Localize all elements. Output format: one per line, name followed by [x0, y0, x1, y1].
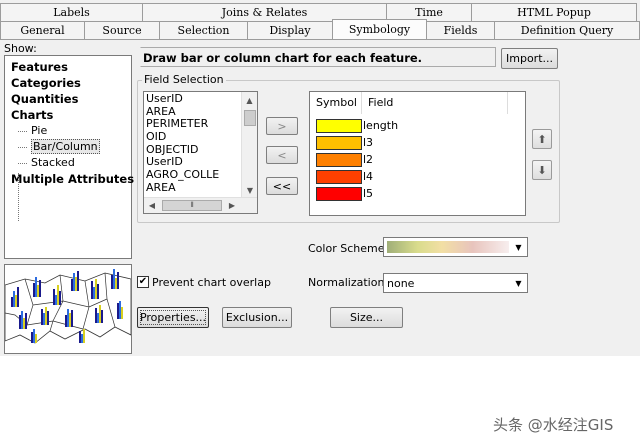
field-selection-title: Field Selection	[142, 73, 226, 86]
table-row[interactable]: length	[310, 117, 398, 134]
list-item[interactable]: AREA	[144, 106, 241, 119]
arrow-down-icon: ⬇	[537, 163, 547, 177]
field-name: l5	[363, 187, 374, 200]
table-header: Symbol Field	[310, 92, 525, 114]
tree-item-quantities[interactable]: Quantities	[11, 91, 131, 107]
watermark-text: 头条 @水经注GIS	[493, 416, 614, 434]
field-column-header[interactable]: Field	[362, 92, 508, 114]
tab-source[interactable]: Source	[84, 21, 160, 39]
field-name: l2	[363, 153, 374, 166]
tree-item-bar-column[interactable]: Bar/Column	[11, 139, 131, 155]
tree-item-features[interactable]: Features	[11, 59, 131, 75]
tab-selection[interactable]: Selection	[159, 21, 248, 39]
preview-map-graphic	[4, 265, 132, 353]
layer-properties-dialog: Labels Joins & Relates Time HTML Popup G…	[0, 0, 640, 448]
horizontal-scroll-thumb[interactable]: ⦀	[162, 200, 222, 211]
move-up-button[interactable]: ⬆	[532, 129, 552, 149]
tab-html-popup[interactable]: HTML Popup	[471, 3, 637, 21]
color-scheme-dropdown[interactable]: ▼	[383, 237, 528, 257]
checkmark-icon: ✔	[138, 276, 148, 287]
list-item[interactable]: OBJECTID	[144, 144, 241, 157]
symbology-preview-map	[4, 264, 132, 354]
tab-display[interactable]: Display	[247, 21, 333, 39]
renderer-tree: Features Categories Quantities Charts Pi…	[4, 55, 134, 259]
list-item[interactable]: AREA	[144, 182, 241, 195]
tab-symbology[interactable]: Symbology	[332, 19, 427, 39]
horizontal-scrollbar[interactable]: ◀ ⦀ ▶	[144, 197, 257, 213]
tab-general[interactable]: General	[0, 21, 85, 39]
vertical-scrollbar[interactable]: ▲ ▼	[241, 92, 257, 198]
table-row[interactable]: l5	[310, 185, 373, 202]
normalization-label: Normalization:	[308, 276, 389, 289]
tree-item-bar-column-label: Bar/Column	[31, 139, 100, 154]
list-item[interactable]: UserID	[144, 156, 241, 169]
prevent-overlap-label: Prevent chart overlap	[152, 276, 271, 289]
tab-labels[interactable]: Labels	[0, 3, 143, 21]
table-row[interactable]: l4	[310, 168, 373, 185]
scroll-down-arrow-icon[interactable]: ▼	[242, 182, 257, 198]
remove-all-fields-button[interactable]: <<	[266, 177, 298, 195]
chevron-down-icon: ▼	[515, 242, 522, 252]
symbol-swatch[interactable]	[316, 152, 362, 167]
properties-button[interactable]: Properties...	[137, 307, 209, 328]
scroll-right-arrow-icon[interactable]: ▶	[224, 198, 240, 213]
field-name: l3	[363, 136, 374, 149]
renderer-description: Draw bar or column chart for each featur…	[140, 47, 496, 67]
tree-item-stacked[interactable]: Stacked	[11, 155, 131, 171]
tab-definition-query[interactable]: Definition Query	[494, 21, 640, 39]
arrow-up-icon: ⬆	[537, 132, 547, 146]
import-button[interactable]: Import...	[501, 48, 558, 69]
available-fields-items: UserID AREA PERIMETER OID OBJECTID UserI…	[144, 93, 241, 195]
normalization-value: none	[387, 277, 415, 290]
list-item[interactable]: AGRO_COLLE	[144, 169, 241, 182]
prevent-overlap-checkbox[interactable]: ✔	[137, 276, 149, 288]
table-row[interactable]: l3	[310, 134, 373, 151]
scroll-left-arrow-icon[interactable]: ◀	[144, 198, 160, 213]
size-button[interactable]: Size...	[330, 307, 403, 328]
tree-connector-line	[18, 173, 19, 221]
table-row[interactable]: l2	[310, 151, 373, 168]
list-item[interactable]: OID	[144, 131, 241, 144]
tab-row-top: Labels Joins & Relates Time HTML Popup	[0, 3, 637, 21]
chevron-down-icon: ▼	[515, 278, 522, 288]
symbol-swatch[interactable]	[316, 118, 362, 133]
color-scheme-label: Color Scheme:	[308, 242, 389, 255]
vertical-scroll-thumb[interactable]	[244, 110, 256, 126]
header-filler	[508, 92, 525, 114]
tab-divider	[0, 39, 640, 40]
tree-item-charts[interactable]: Charts	[11, 107, 131, 123]
tab-row-bottom: General Source Selection Display Symbolo…	[0, 19, 640, 39]
tree-item-categories[interactable]: Categories	[11, 75, 131, 91]
exclusion-button[interactable]: Exclusion...	[222, 307, 292, 328]
show-label: Show:	[4, 42, 37, 55]
scroll-up-arrow-icon[interactable]: ▲	[242, 92, 257, 108]
list-item[interactable]: PERIMETER	[144, 118, 241, 131]
tree-item-multiple-attributes[interactable]: Multiple Attributes	[11, 171, 134, 187]
available-fields-list[interactable]: UserID AREA PERIMETER OID OBJECTID UserI…	[143, 91, 258, 214]
tab-fields[interactable]: Fields	[426, 21, 495, 39]
move-down-button[interactable]: ⬇	[532, 160, 552, 180]
normalization-dropdown[interactable]: none ▼	[383, 273, 528, 293]
tree-item-pie-label: Pie	[31, 124, 48, 137]
add-field-button[interactable]: >	[266, 117, 298, 135]
color-ramp-preview	[387, 241, 509, 253]
list-item[interactable]: UserID	[144, 93, 241, 106]
tree-item-pie[interactable]: Pie	[11, 123, 131, 139]
symbol-swatch[interactable]	[316, 186, 362, 201]
field-name: l4	[363, 170, 374, 183]
selected-fields-table: Symbol Field length l3 l2 l4 l5	[309, 91, 526, 216]
field-name: length	[363, 119, 399, 132]
symbol-column-header[interactable]: Symbol	[310, 92, 362, 114]
symbol-swatch[interactable]	[316, 135, 362, 150]
tree-item-stacked-label: Stacked	[31, 156, 75, 169]
symbol-swatch[interactable]	[316, 169, 362, 184]
remove-field-button[interactable]: <	[266, 146, 298, 164]
